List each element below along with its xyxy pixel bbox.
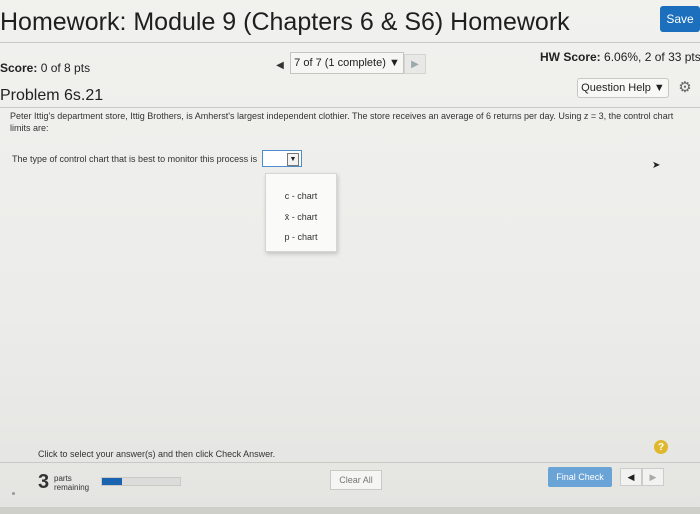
chevron-down-icon: ▼ — [287, 153, 299, 166]
prev-question-button[interactable]: ◀ — [272, 56, 288, 74]
next-arrow-icon[interactable]: ▶ — [642, 468, 664, 486]
hw-score-display: HW Score: 6.06%, 2 of 33 pts — [540, 50, 700, 64]
answer-dropdown-menu: c - chart x̄ - chart p - chart — [265, 173, 337, 252]
score-label: Score: — [0, 61, 38, 75]
progress-fill — [102, 478, 122, 485]
question-help-button[interactable]: Question Help ▼ — [577, 78, 669, 98]
prev-arrow-icon[interactable]: ◀ — [620, 468, 642, 486]
parts-progress-bar — [101, 477, 181, 486]
dropdown-option-x-bar-chart[interactable]: x̄ - chart — [266, 208, 336, 226]
problem-title: Problem 6s.21 — [0, 87, 104, 104]
gear-icon[interactable]: ⚙ — [676, 78, 694, 96]
indicator-dot — [12, 492, 15, 495]
save-button[interactable]: Save — [660, 6, 700, 32]
clear-all-button[interactable]: Clear All — [330, 470, 382, 490]
bottom-question-nav: ◀ ▶ — [620, 468, 664, 486]
divider — [0, 42, 700, 43]
next-question-button[interactable]: ▶ — [404, 54, 426, 74]
final-check-button[interactable]: Final Check — [548, 467, 612, 487]
hw-score-value: 6.06%, 2 of 33 pts — [604, 50, 700, 64]
answer-select[interactable]: ▼ — [262, 150, 302, 167]
hw-score-label: HW Score: — [540, 50, 601, 64]
parts-remaining-count: 3 — [38, 471, 50, 493]
parts-remaining-label: parts remaining — [54, 474, 90, 492]
problem-statement: Peter Ittig's department store, Ittig Br… — [10, 111, 674, 133]
homework-page: Homework: Module 9 (Chapters 6 & S6) Hom… — [0, 0, 700, 514]
divider — [0, 462, 700, 463]
bottom-edge — [0, 507, 700, 514]
divider — [0, 107, 700, 108]
help-icon[interactable]: ? — [654, 440, 668, 454]
dropdown-option-c-chart[interactable]: c - chart — [266, 187, 336, 205]
question-text: The type of control chart that is best t… — [12, 154, 258, 164]
instruction-text: Click to select your answer(s) and then … — [38, 449, 276, 459]
score-display: Score: 0 of 8 pts — [0, 61, 90, 75]
page-title: Homework: Module 9 (Chapters 6 & S6) Hom… — [0, 8, 570, 36]
question-navigator-dropdown[interactable]: 7 of 7 (1 complete) ▼ — [290, 52, 404, 74]
mouse-cursor-icon: ➤ — [652, 160, 661, 171]
dropdown-option-p-chart[interactable]: p - chart — [266, 228, 336, 246]
score-value: 0 of 8 pts — [40, 61, 91, 75]
